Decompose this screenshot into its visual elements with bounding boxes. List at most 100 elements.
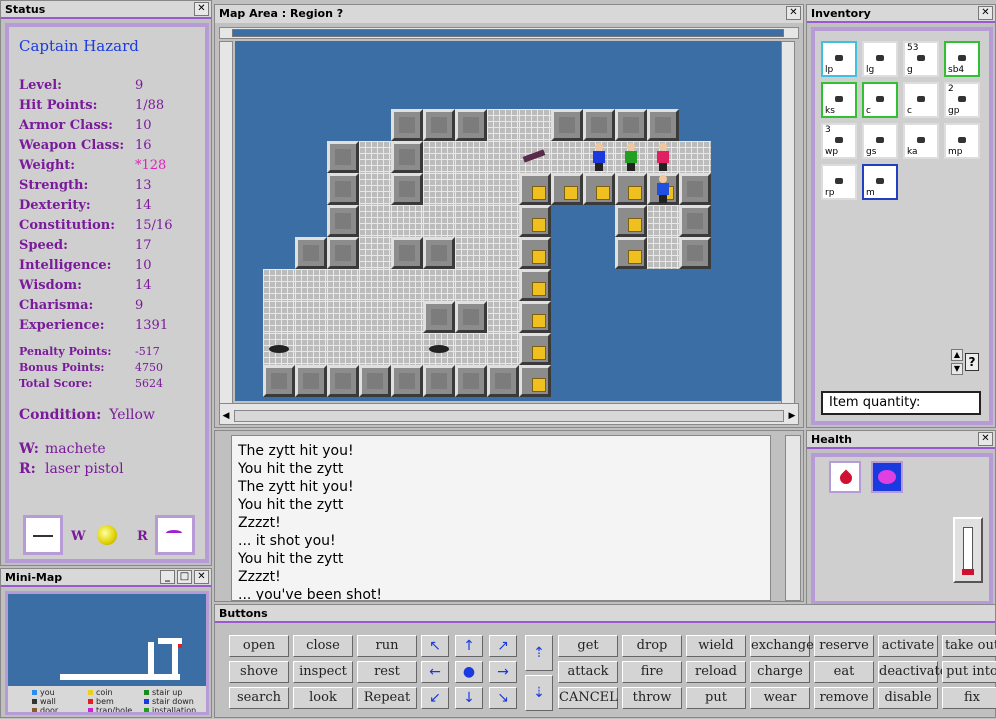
floor-tile [487,237,519,269]
inventory-slot[interactable]: mp [944,123,980,159]
action-button[interactable]: take out [942,635,996,657]
action-button[interactable]: drop [622,635,682,657]
action-button[interactable]: throw [622,687,682,709]
action-button[interactable]: CANCEL [558,687,618,709]
scroll-right-arrow-icon[interactable]: ▶ [786,410,798,422]
map-vscroll[interactable] [781,41,795,407]
player-character-icon[interactable] [593,143,605,171]
move-down-icon[interactable]: ↓ [455,687,483,709]
action-button[interactable]: get [558,635,618,657]
action-button[interactable]: deactivate [878,661,947,683]
action-button[interactable]: put [686,687,746,709]
move-center-icon[interactable]: ● [455,661,483,683]
message-line: You hit the zytt [238,551,344,567]
map-hscroll-top[interactable] [219,27,799,39]
action-button[interactable]: Repeat [357,687,417,709]
map-viewport[interactable] [235,41,781,401]
action-button[interactable]: reload [686,661,746,683]
inventory-item-code: sb4 [948,65,965,75]
zytt-monster-icon[interactable] [625,143,637,171]
bem-monster-icon[interactable] [657,143,669,171]
inventory-slot[interactable]: ka [903,123,939,159]
stat-label: Strength: [19,177,89,193]
item-quantity-field[interactable]: Item quantity: [821,391,981,415]
action-button[interactable]: fix [942,687,996,709]
close-icon[interactable]: ✕ [978,432,993,446]
inventory-slot[interactable]: lp [821,41,857,77]
action-button[interactable]: shove [229,661,289,683]
inventory-slot[interactable]: c [903,82,939,118]
stat-row: Weapon Class: 16 [19,135,195,155]
close-icon[interactable]: ✕ [194,2,209,16]
action-button[interactable]: look [293,687,353,709]
action-button[interactable]: rest [357,661,417,683]
map-hscroll-bottom[interactable]: ◀ ▶ [219,403,799,425]
move-right-icon[interactable]: → [489,661,517,683]
move-down-left-icon[interactable]: ↙ [421,687,449,709]
scroll-left-arrow-icon[interactable]: ◀ [220,410,232,422]
minimize-icon[interactable]: _ [160,570,175,584]
action-button[interactable]: attack [558,661,618,683]
inventory-slot[interactable]: sb4 [944,41,980,77]
action-button[interactable]: charge [750,661,810,683]
action-button[interactable]: exchange [750,635,814,657]
action-button[interactable]: search [229,687,289,709]
inventory-slot[interactable]: gs [862,123,898,159]
help-button[interactable]: ? [965,353,979,371]
equipped-ranged-slot[interactable] [155,515,195,555]
inventory-slot[interactable]: lg [862,41,898,77]
move-up-icon[interactable]: ↑ [455,635,483,657]
move-up-right-icon[interactable]: ↗ [489,635,517,657]
close-icon[interactable]: ✕ [194,570,209,584]
action-button[interactable]: disable [878,687,938,709]
player-character-icon-body [593,151,605,163]
inventory-slot[interactable]: 3 wp [821,123,857,159]
maximize-icon[interactable]: □ [177,570,192,584]
health-body [811,453,993,605]
action-button[interactable]: open [229,635,289,657]
minimap-view[interactable]: you coin stair up wall bem stair down door trap… [5,591,209,715]
inventory-slot[interactable]: rp [821,164,857,200]
action-button[interactable]: eat [814,661,874,683]
stair-down-icon[interactable]: ⇣ [525,675,553,711]
equipped-weapon-slot[interactable] [23,515,63,555]
action-button[interactable]: wear [750,687,810,709]
message-scrollbar[interactable] [785,435,801,601]
zytt-monster-icon-legs [627,163,635,171]
inventory-slot[interactable]: 53 g [903,41,939,77]
inventory-slot[interactable]: c [862,82,898,118]
droid-monster-icon[interactable] [657,175,669,203]
map-hscroll-thumb[interactable] [232,29,784,37]
close-icon[interactable]: ✕ [786,6,801,20]
wall-tile [327,205,359,237]
status-title: Status [5,3,46,16]
message-line: ... it shot you! [238,533,336,549]
inventory-slot[interactable]: ks [821,82,857,118]
inventory-slot[interactable]: m [862,164,898,200]
action-button[interactable]: fire [622,661,682,683]
inv-scroll-down-icon[interactable]: ▼ [951,363,963,375]
floor-tile [295,333,327,365]
action-button[interactable]: run [357,635,417,657]
inv-scroll-up-icon[interactable]: ▲ [951,349,963,361]
move-left-icon[interactable]: ← [421,661,449,683]
action-button[interactable]: activate [878,635,938,657]
map-hscroll-thumb-bottom[interactable] [234,410,784,422]
action-button[interactable]: wield [686,635,746,657]
close-icon[interactable]: ✕ [978,6,993,20]
action-button[interactable]: put into [942,661,996,683]
map-vscroll-left[interactable] [219,41,233,407]
stat-value: 9 [135,297,144,313]
move-down-right-icon[interactable]: ↘ [489,687,517,709]
stat-row: Armor Class: 10 [19,115,195,135]
stair-up-icon[interactable]: ⇡ [525,635,553,671]
action-button[interactable]: close [293,635,353,657]
action-button[interactable]: reserve [814,635,874,657]
move-up-left-icon[interactable]: ↖ [421,635,449,657]
door-tile [519,205,551,237]
message-log[interactable]: The zytt hit you! You hit the zytt The zyt… [231,435,771,601]
action-button[interactable]: inspect [293,661,353,683]
action-button[interactable]: remove [814,687,874,709]
legend-swatch [32,699,37,704]
inventory-slot[interactable]: 2 gp [944,82,980,118]
